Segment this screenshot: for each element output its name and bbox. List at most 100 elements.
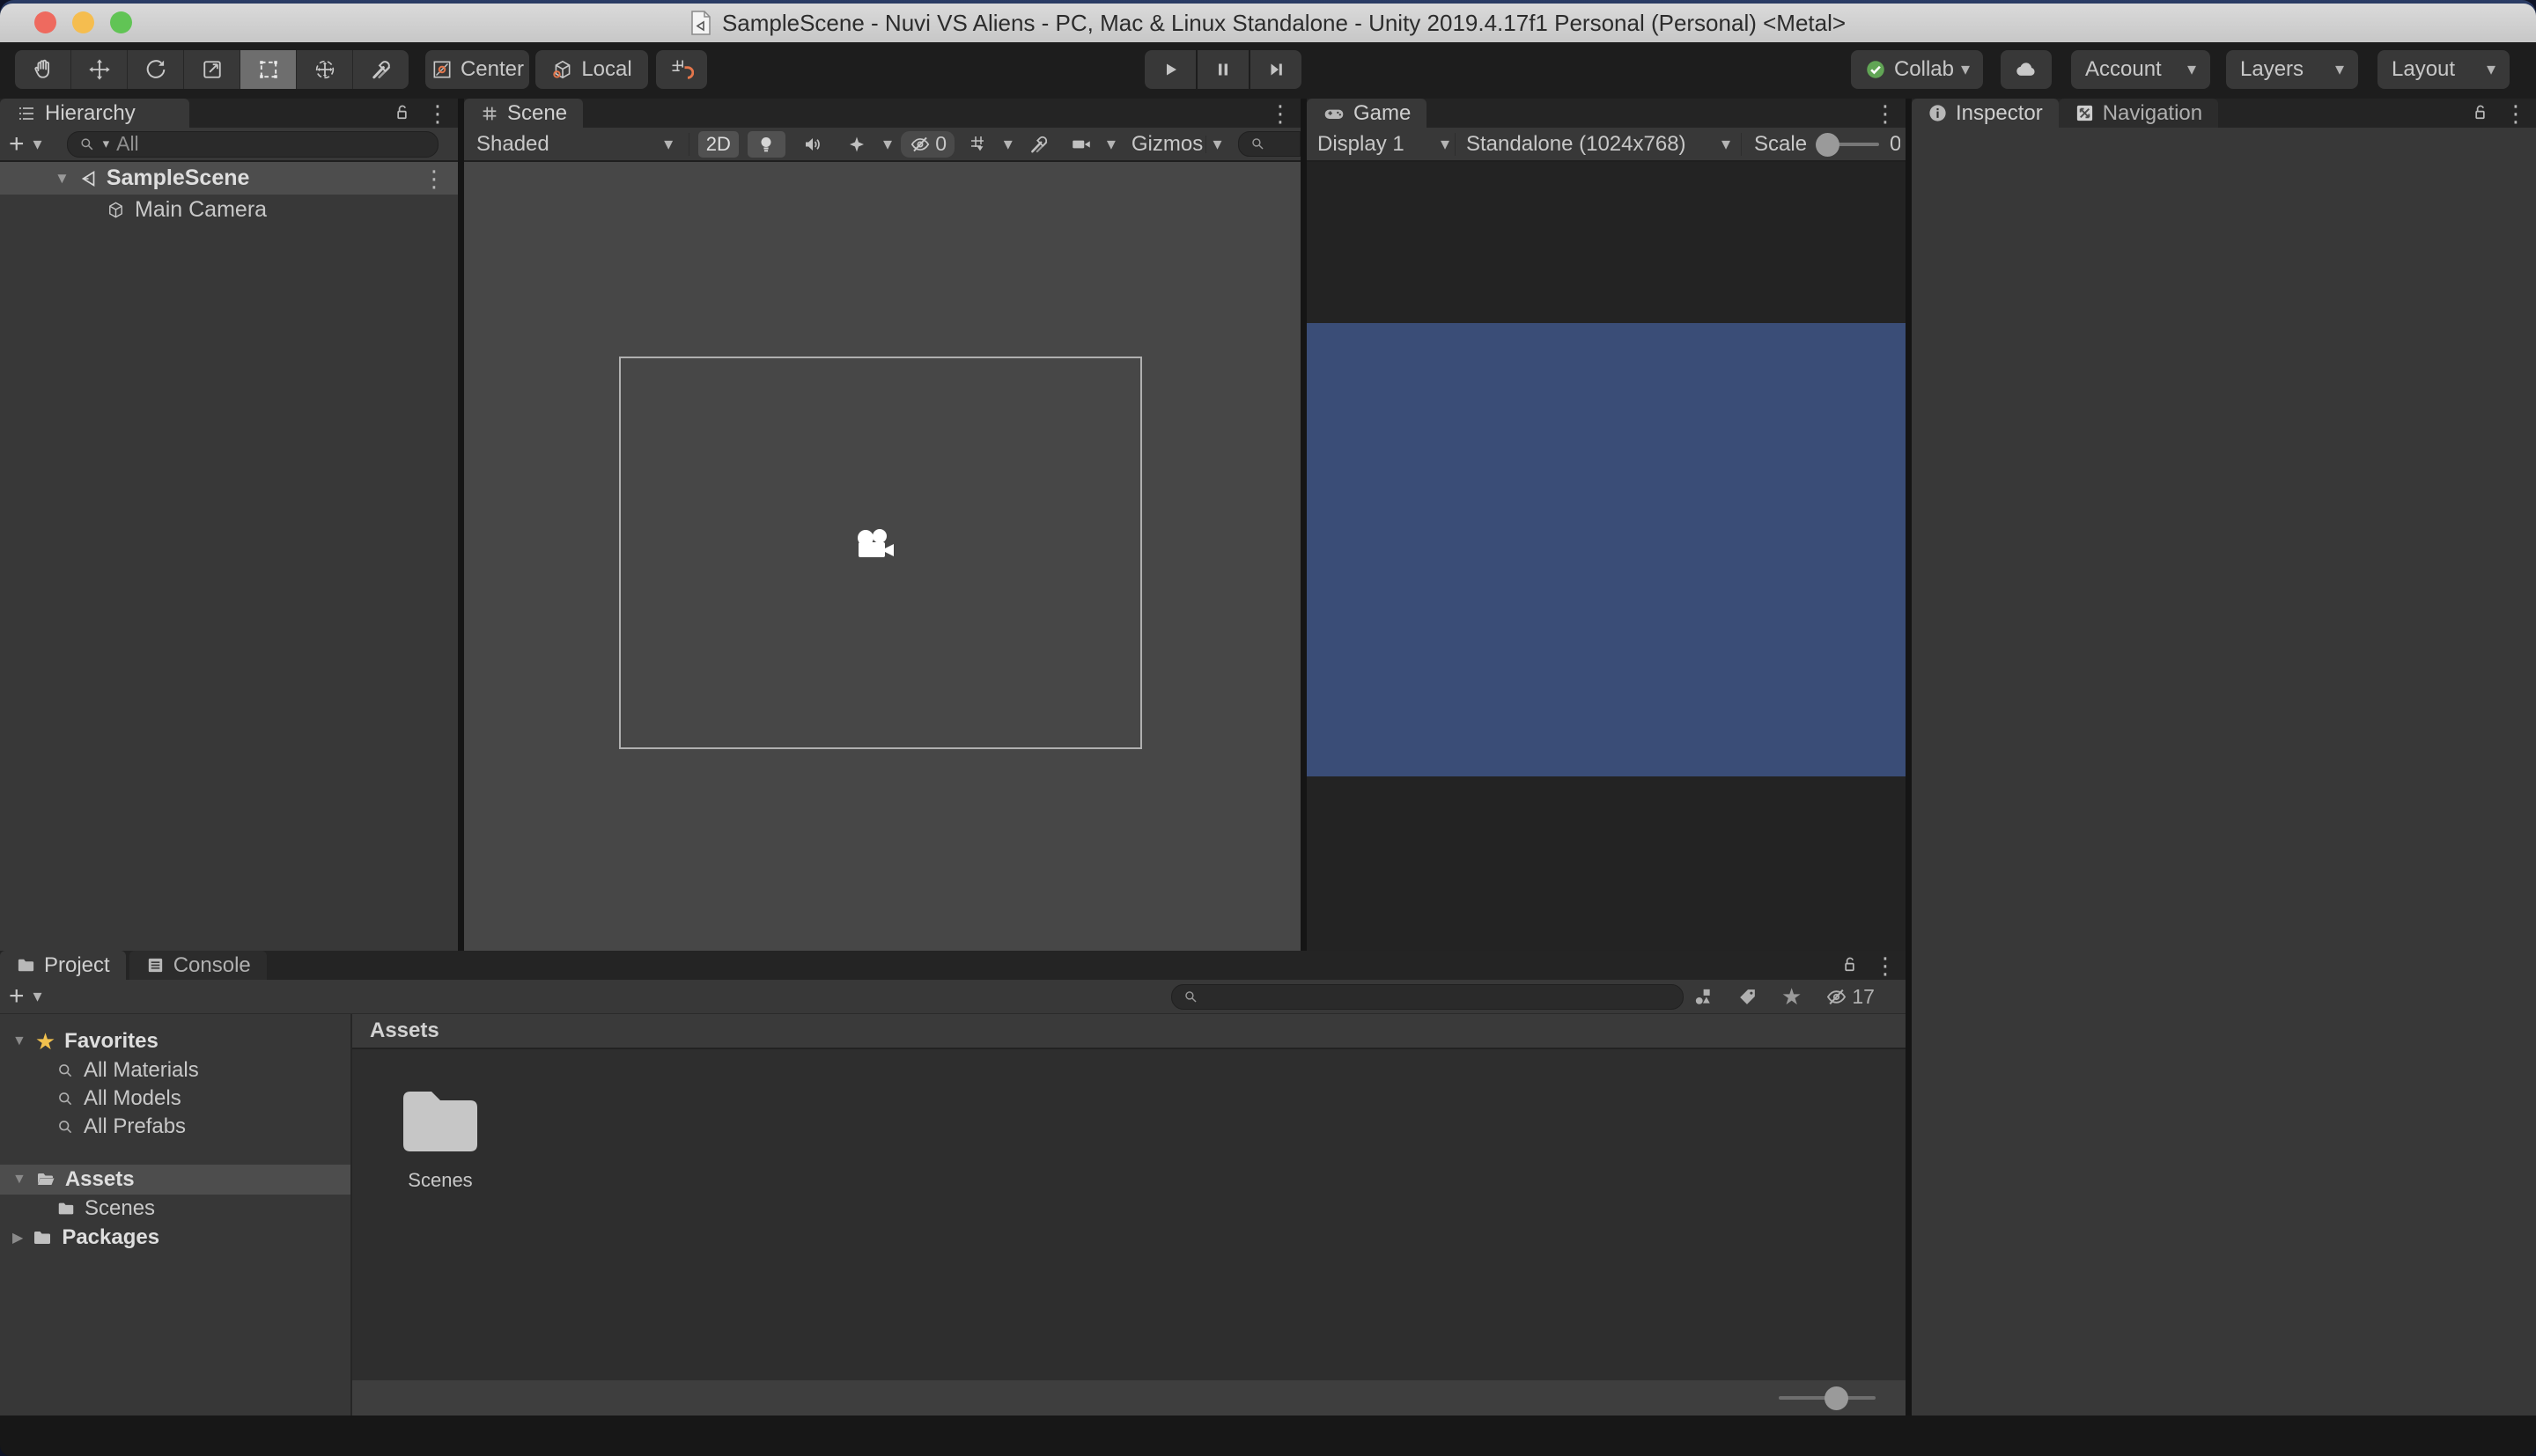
step-button[interactable] (1250, 50, 1301, 89)
speaker-icon (805, 137, 820, 151)
expander-open-icon[interactable]: ▼ (55, 170, 70, 188)
create-object-button[interactable]: + (9, 129, 25, 159)
lock-icon[interactable] (392, 103, 412, 123)
layers-label: Layers (2240, 57, 2304, 81)
draw-mode-dropdown[interactable]: Shaded ▾ (469, 132, 680, 157)
collab-button[interactable]: Collab ▾ (1851, 50, 1983, 89)
favorite-all-models[interactable]: All Models (56, 1085, 181, 1113)
favorite-item-label: All Materials (84, 1058, 199, 1082)
gizmos-dropdown[interactable]: Gizmos ▾ (1124, 132, 1229, 157)
kebab-menu-icon[interactable]: ⋮ (1874, 954, 1897, 977)
tab-console[interactable]: Console (129, 951, 267, 980)
hierarchy-row-scene[interactable]: ▼ SampleScene ⋮ (0, 162, 458, 195)
create-asset-button[interactable]: + (9, 982, 25, 1011)
favorites-filter-star-icon[interactable]: ★ (1781, 983, 1802, 1011)
inspector-panel: Inspector Navigation ⋮ (1912, 99, 2536, 1416)
game-camera-render (1307, 323, 1906, 776)
pivot-mode-label: Center (460, 57, 525, 81)
display-label: Display 1 (1317, 131, 1404, 156)
lighting-toggle[interactable] (747, 130, 785, 158)
scene-viewport[interactable] (464, 162, 1301, 951)
lock-icon[interactable] (1839, 955, 1860, 975)
caret-down-icon[interactable]: ▾ (33, 988, 42, 1005)
scale-tool-button[interactable] (184, 50, 240, 89)
layers-dropdown[interactable]: Layers ▾ (2226, 50, 2358, 89)
pivot-mode-button[interactable]: Center (425, 50, 529, 89)
rotation-mode-button[interactable]: Local (535, 50, 648, 89)
transform-tool-button[interactable] (297, 50, 353, 89)
grid-caret-icon[interactable]: ▾ (1004, 136, 1013, 153)
kebab-menu-icon[interactable]: ⋮ (1269, 102, 1292, 125)
grid-visibility-button[interactable] (963, 134, 995, 155)
caret-down-icon[interactable]: ▾ (33, 136, 42, 153)
tree-row-assets[interactable]: ▼ Assets (0, 1165, 350, 1195)
video-camera-icon (1073, 140, 1090, 148)
audio-toggle[interactable] (794, 134, 830, 155)
hierarchy-item-label: Main Camera (135, 196, 268, 222)
project-panel: Project Console ⋮ + ▾ ★ 17 ▼ ★ Favorites… (0, 951, 1906, 1416)
move-tool-button[interactable] (71, 50, 128, 89)
layout-dropdown[interactable]: Layout ▾ (2378, 50, 2510, 89)
hierarchy-row-main-camera[interactable]: Main Camera (0, 195, 458, 224)
account-dropdown[interactable]: Account ▾ (2071, 50, 2210, 89)
scale-label: Scale (1754, 131, 1808, 156)
favorites-group[interactable]: ▼ ★ Favorites (12, 1027, 158, 1055)
custom-tool-button[interactable] (353, 50, 409, 89)
search-by-type-icon[interactable] (1691, 985, 1714, 1008)
2d-toggle[interactable]: 2D (698, 130, 739, 158)
scene-visibility-toggle[interactable]: 0 (901, 130, 955, 158)
expander-closed-icon[interactable]: ▶ (12, 1229, 23, 1246)
asset-item-scenes[interactable]: Scenes (387, 1086, 493, 1192)
game-viewport[interactable] (1307, 162, 1906, 951)
gizmos-label: Gizmos (1131, 131, 1204, 156)
rotate-tool-button[interactable] (128, 50, 184, 89)
search-filter-caret-icon[interactable]: ▾ (103, 137, 110, 151)
hierarchy-search-input[interactable]: ▾ All (66, 130, 439, 158)
rect-tool-button[interactable] (240, 50, 297, 89)
tab-hierarchy-label: Hierarchy (45, 100, 136, 125)
scale-slider[interactable] (1816, 132, 1881, 157)
tree-row-packages[interactable]: ▶ Packages (12, 1224, 159, 1252)
favorite-all-materials[interactable]: All Materials (56, 1056, 199, 1085)
camera-gizmo-icon[interactable] (851, 527, 901, 566)
lock-icon[interactable] (2470, 103, 2490, 123)
asset-path-header[interactable]: Assets (352, 1014, 1906, 1049)
effects-caret-icon[interactable]: ▾ (883, 136, 892, 153)
play-icon (1167, 63, 1176, 76)
label-tag-icon[interactable] (1736, 986, 1758, 1008)
tab-hierarchy[interactable]: Hierarchy (0, 99, 189, 128)
display-dropdown[interactable]: Display 1 ▾ (1312, 132, 1455, 157)
camera-settings-button[interactable] (1065, 133, 1098, 156)
play-button[interactable] (1145, 50, 1196, 89)
tab-project[interactable]: Project (0, 951, 126, 980)
hand-tool-button[interactable] (15, 50, 71, 89)
caret-down-icon: ▾ (2186, 60, 2196, 79)
cloud-button[interactable] (2001, 50, 2052, 89)
expander-open-icon[interactable]: ▼ (12, 1033, 26, 1049)
scene-search-input[interactable] (1237, 131, 1301, 157)
camera-caret-icon[interactable]: ▾ (1107, 136, 1116, 153)
favorite-all-prefabs[interactable]: All Prefabs (56, 1113, 186, 1141)
hidden-packages-count: 17 (1852, 984, 1875, 1008)
asset-zoom-slider[interactable] (352, 1380, 1906, 1416)
grid-snap-button[interactable] (656, 50, 707, 89)
tab-scene[interactable]: Scene (464, 99, 584, 128)
project-search-input[interactable] (1171, 983, 1684, 1010)
tab-game[interactable]: Game (1307, 99, 1427, 128)
tab-navigation[interactable]: Navigation (2058, 99, 2219, 128)
kebab-menu-icon[interactable]: ⋮ (426, 102, 449, 125)
tab-inspector[interactable]: Inspector (1912, 99, 2059, 128)
kebab-menu-icon[interactable]: ⋮ (1874, 102, 1897, 125)
grid-icon (971, 136, 984, 151)
titlebar[interactable]: SampleScene - Nuvi VS Aliens - PC, Mac &… (0, 4, 2536, 43)
tree-row-scenes[interactable]: Scenes (56, 1195, 155, 1223)
pause-button[interactable] (1198, 50, 1249, 89)
resolution-dropdown[interactable]: Standalone (1024x768) ▾ (1456, 132, 1741, 157)
kebab-menu-icon[interactable]: ⋮ (2504, 102, 2527, 125)
expander-open-icon[interactable]: ▼ (12, 1172, 26, 1188)
scene-kebab-icon[interactable]: ⋮ (423, 167, 446, 190)
effects-toggle[interactable] (839, 134, 874, 155)
tool-settings-button[interactable] (1021, 133, 1057, 156)
scene-name: SampleScene (106, 165, 250, 190)
hidden-packages-toggle[interactable]: 17 (1825, 985, 1875, 1009)
